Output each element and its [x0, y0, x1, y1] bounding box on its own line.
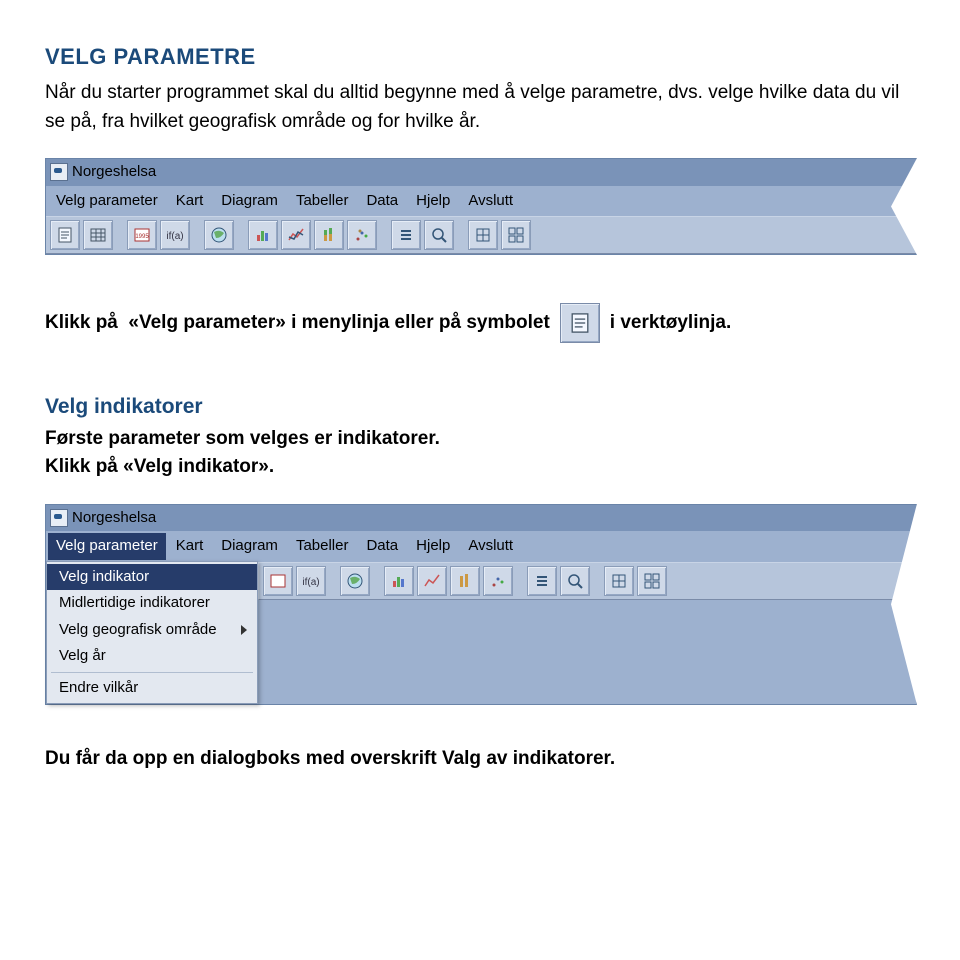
tool-linechart-icon[interactable] — [281, 220, 311, 250]
tool-stackedbar-icon-2[interactable] — [450, 566, 480, 596]
tool-document-icon[interactable] — [50, 220, 80, 250]
menubar-2: Velg parameter Kart Diagram Tabeller Dat… — [46, 531, 916, 562]
section-text-2: Klikk på «Velg indikator». — [45, 453, 915, 482]
tool-window-icon-2[interactable] — [604, 566, 634, 596]
menu-tabeller-2[interactable]: Tabeller — [288, 533, 357, 560]
dropdown-separator — [51, 672, 253, 673]
dd-velg-indikator[interactable]: Velg indikator — [47, 564, 257, 591]
tool-grid-icon[interactable] — [501, 220, 531, 250]
tool-globe-icon[interactable] — [204, 220, 234, 250]
toolbar: 1995 if(a) — [46, 216, 916, 254]
tool-list-icon-2[interactable] — [527, 566, 557, 596]
menu-diagram-2[interactable]: Diagram — [213, 533, 286, 560]
menu-velg-parameter-2[interactable]: Velg parameter — [48, 533, 166, 560]
app-window-2: Norgeshelsa Velg parameter Kart Diagram … — [45, 504, 917, 706]
app-title-2: Norgeshelsa — [72, 507, 156, 530]
tool-table-icon[interactable] — [83, 220, 113, 250]
intro-text: Når du starter programmet skal du alltid… — [45, 79, 915, 136]
app-window-1: Norgeshelsa Velg parameter Kart Diagram … — [45, 158, 917, 255]
dd-endre-vilkar[interactable]: Endre vilkår — [47, 675, 257, 702]
app-title: Norgeshelsa — [72, 161, 156, 184]
tool-window-icon[interactable] — [468, 220, 498, 250]
tool-zoom-icon[interactable] — [424, 220, 454, 250]
tool-scatter-icon[interactable] — [347, 220, 377, 250]
tool-scatter-icon-2[interactable] — [483, 566, 513, 596]
tool-formula-icon[interactable]: if(a) — [160, 220, 190, 250]
tool-barchart-icon-2[interactable] — [384, 566, 414, 596]
menu-data[interactable]: Data — [358, 188, 406, 215]
menubar: Velg parameter Kart Diagram Tabeller Dat… — [46, 186, 916, 217]
tool-stackedbar-icon[interactable] — [314, 220, 344, 250]
tool-year-icon-2[interactable] — [263, 566, 293, 596]
svg-text:if(a): if(a) — [166, 231, 183, 242]
instruction-pre: Klikk på «Velg parameter» i menylinja el… — [45, 309, 550, 338]
tool-list-icon[interactable] — [391, 220, 421, 250]
velg-parameter-dropdown: Velg indikator Midlertidige indikatorer … — [46, 561, 258, 705]
menu-tabeller[interactable]: Tabeller — [288, 188, 357, 215]
svg-text:if(a): if(a) — [302, 577, 319, 588]
instruction-post: i verktøylinja. — [610, 309, 731, 338]
menu-velg-parameter[interactable]: Velg parameter — [48, 188, 166, 215]
dd-midlertidige[interactable]: Midlertidige indikatorer — [47, 590, 257, 617]
menu-kart[interactable]: Kart — [168, 188, 212, 215]
menu-data-2[interactable]: Data — [358, 533, 406, 560]
tool-globe-icon-2[interactable] — [340, 566, 370, 596]
toolbar-2: if(a) — [258, 562, 916, 600]
submenu-arrow-icon — [241, 625, 247, 635]
tool-year-icon[interactable]: 1995 — [127, 220, 157, 250]
menu-avslutt-2[interactable]: Avslutt — [460, 533, 521, 560]
section-title-indikatorer: Velg indikatorer — [45, 391, 915, 423]
document-symbol-icon — [560, 303, 600, 343]
tool-formula-icon-2[interactable]: if(a) — [296, 566, 326, 596]
tool-barchart-icon[interactable] — [248, 220, 278, 250]
menu-hjelp[interactable]: Hjelp — [408, 188, 458, 215]
titlebar-2: Norgeshelsa — [46, 505, 916, 532]
app-icon — [50, 163, 68, 181]
page-heading: VELG PARAMETRE — [45, 40, 915, 73]
instruction-line-1: Klikk på «Velg parameter» i menylinja el… — [45, 303, 915, 343]
tool-linechart-icon-2[interactable] — [417, 566, 447, 596]
menu-diagram[interactable]: Diagram — [213, 188, 286, 215]
tool-grid-icon-2[interactable] — [637, 566, 667, 596]
menu-kart-2[interactable]: Kart — [168, 533, 212, 560]
tool-zoom-icon-2[interactable] — [560, 566, 590, 596]
menu-avslutt[interactable]: Avslutt — [460, 188, 521, 215]
dd-velg-geografisk[interactable]: Velg geografisk område — [47, 617, 257, 644]
section-text-1: Første parameter som velges er indikator… — [45, 425, 915, 454]
titlebar: Norgeshelsa — [46, 159, 916, 186]
dd-velg-ar[interactable]: Velg år — [47, 643, 257, 670]
footer-text: Du får da opp en dialogboks med overskri… — [45, 745, 915, 774]
menu-hjelp-2[interactable]: Hjelp — [408, 533, 458, 560]
svg-text:1995: 1995 — [135, 234, 149, 240]
app-icon-2 — [50, 509, 68, 527]
